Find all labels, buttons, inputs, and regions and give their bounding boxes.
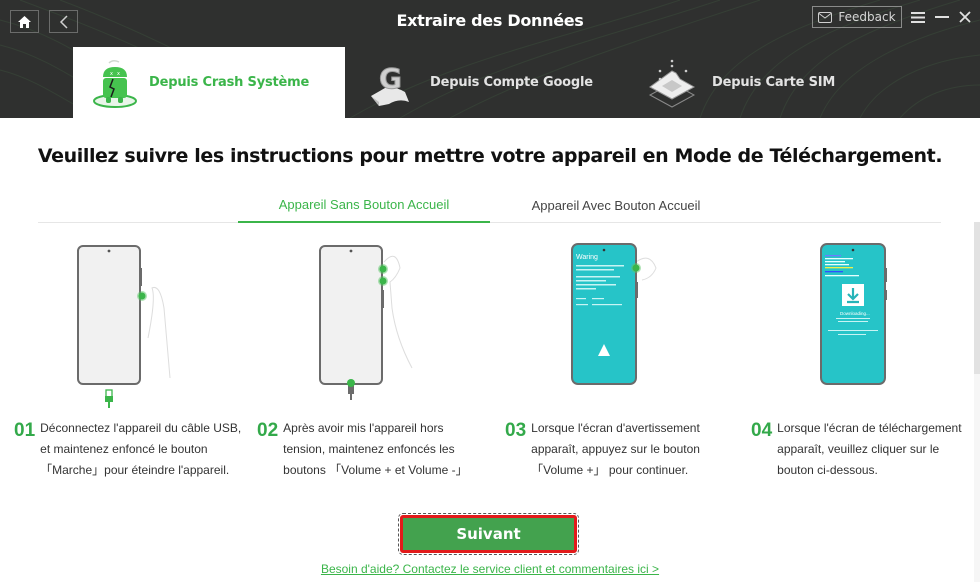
tab-carte-sim[interactable]: Depuis Carte SIM bbox=[644, 47, 844, 118]
device-type-tabs: Appareil Sans Bouton Accueil Appareil Av… bbox=[38, 187, 941, 223]
usb-cable-icon bbox=[108, 402, 110, 408]
step-description: Lorsque l'écran de téléchargement appara… bbox=[777, 421, 962, 477]
close-icon bbox=[959, 11, 971, 23]
tab-compte-google[interactable]: G Depuis Compte Google bbox=[362, 47, 622, 118]
tab-crash-systeme[interactable]: x x Depuis Crash Système bbox=[73, 47, 345, 118]
sim-card-icon bbox=[644, 55, 700, 111]
feedback-label: Feedback bbox=[838, 10, 896, 24]
step-number: 02 bbox=[257, 420, 279, 441]
volume-up-highlight bbox=[379, 265, 387, 273]
subtab-sans-bouton-accueil[interactable]: Appareil Sans Bouton Accueil bbox=[238, 187, 490, 223]
minimize-icon bbox=[935, 16, 949, 18]
step-1-illustration bbox=[77, 245, 171, 408]
svg-text:x: x bbox=[117, 71, 120, 77]
scrollbar-thumb[interactable] bbox=[974, 222, 980, 374]
volume-down-highlight bbox=[379, 277, 387, 285]
tab-carte-sim-label: Depuis Carte SIM bbox=[712, 75, 836, 90]
menu-icon bbox=[911, 11, 925, 23]
mail-icon bbox=[818, 11, 833, 23]
svg-text:x: x bbox=[110, 71, 113, 77]
step-2: 02 Après avoir mis l'appareil hors tensi… bbox=[257, 418, 468, 481]
broken-android-icon: x x bbox=[87, 55, 143, 111]
step-4: 04 Lorsque l'écran de téléchargement app… bbox=[751, 418, 962, 481]
menu-button[interactable] bbox=[908, 8, 928, 26]
step-number: 01 bbox=[14, 420, 36, 441]
help-link[interactable]: Besoin d'aide? Contactez le service clie… bbox=[0, 562, 980, 576]
feedback-button[interactable]: Feedback bbox=[812, 6, 902, 28]
step-number: 04 bbox=[751, 420, 773, 441]
minimize-button[interactable] bbox=[932, 8, 952, 26]
step-description: Déconnectez l'appareil du câble USB, et … bbox=[40, 421, 242, 477]
tab-crash-systeme-label: Depuis Crash Système bbox=[149, 75, 310, 90]
step-description: Lorsque l'écran d'avertissement apparaît… bbox=[531, 421, 700, 477]
vertical-scrollbar[interactable] bbox=[974, 222, 980, 582]
google-account-icon: G bbox=[362, 55, 418, 111]
next-button[interactable]: Suivant bbox=[398, 513, 579, 555]
tab-compte-google-label: Depuis Compte Google bbox=[430, 75, 593, 90]
power-button-highlight bbox=[138, 292, 146, 300]
download-screen-title: Downloading... bbox=[840, 311, 870, 316]
phone-outline bbox=[77, 245, 141, 385]
step-2-illustration bbox=[319, 245, 413, 400]
subtab-avec-bouton-accueil[interactable]: Appareil Avec Bouton Accueil bbox=[490, 187, 742, 223]
step-number: 03 bbox=[505, 420, 527, 441]
svg-text:G: G bbox=[379, 62, 402, 95]
title-bar: Extraire des Données Feedback x x Depuis… bbox=[0, 0, 980, 118]
close-button[interactable] bbox=[955, 8, 975, 26]
instructions-title: Veuillez suivre les instructions pour me… bbox=[37, 145, 943, 167]
step-1: 01 Déconnectez l'appareil du câble USB, … bbox=[14, 418, 241, 481]
step-description: Après avoir mis l'appareil hors tension,… bbox=[283, 421, 468, 477]
warning-screen-title: Waring bbox=[576, 254, 598, 261]
step-3-illustration: Waring bbox=[571, 243, 657, 385]
step-3: 03 Lorsque l'écran d'avertissement appar… bbox=[505, 418, 700, 481]
step-4-illustration: Downloading... bbox=[820, 243, 887, 385]
